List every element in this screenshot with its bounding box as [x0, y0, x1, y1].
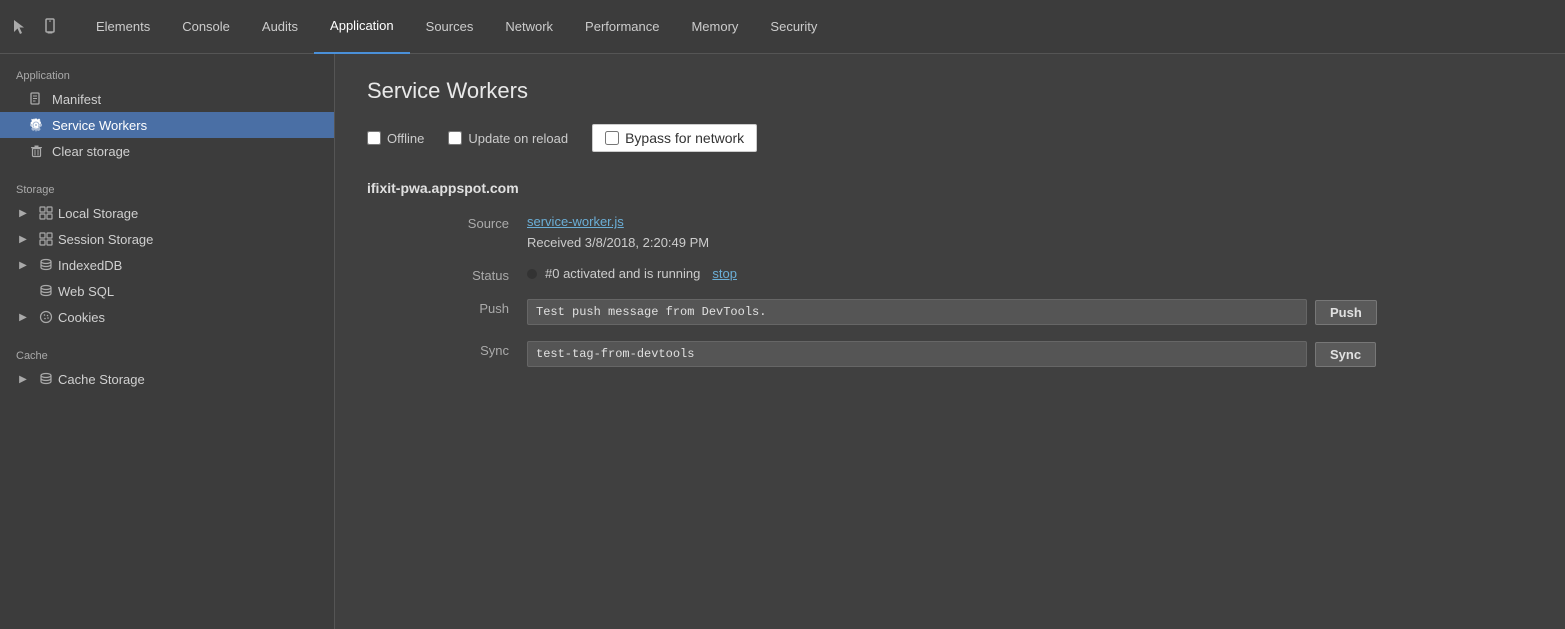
expand-arrow-cookies: ▶ [16, 310, 30, 324]
sidebar-item-cache-storage[interactable]: ▶ Cache Storage [0, 366, 334, 392]
status-dot [527, 269, 537, 279]
cookie-icon [38, 309, 54, 325]
grid-icon-local [38, 205, 54, 221]
db-icon-indexed [38, 257, 54, 273]
expand-arrow-cache: ▶ [16, 372, 30, 386]
tab-performance[interactable]: Performance [569, 0, 675, 54]
tab-console[interactable]: Console [166, 0, 246, 54]
content-area: Service Workers Offline Update on reload… [335, 54, 1565, 629]
sidebar-item-local-storage[interactable]: ▶ Local Storage [0, 200, 334, 226]
status-label: Status [447, 266, 527, 283]
trash-icon [28, 143, 44, 159]
sidebar-item-session-storage[interactable]: ▶ Session Storage [0, 226, 334, 252]
gear-icon [28, 117, 44, 133]
tab-application[interactable]: Application [314, 0, 410, 54]
sidebar-item-manifest[interactable]: Manifest [0, 86, 334, 112]
bypass-for-network-checkbox[interactable] [605, 131, 619, 145]
tab-audits[interactable]: Audits [246, 0, 314, 54]
push-input[interactable] [527, 299, 1307, 325]
toolbar-icons [8, 15, 64, 39]
received-text: Received 3/8/2018, 2:20:49 PM [527, 235, 1533, 250]
expand-arrow-session: ▶ [16, 232, 30, 246]
sidebar-item-indexeddb[interactable]: ▶ IndexedDB [0, 252, 334, 278]
tab-bar: Elements Console Audits Application Sour… [0, 0, 1565, 54]
sync-input[interactable] [527, 341, 1307, 367]
offline-checkbox[interactable] [367, 131, 381, 145]
stop-link[interactable]: stop [712, 266, 737, 281]
storage-section-label: Storage [0, 176, 334, 200]
source-label: Source [447, 214, 527, 250]
push-button[interactable]: Push [1315, 300, 1377, 325]
sync-value: Sync [527, 341, 1533, 367]
expand-arrow-local: ▶ [16, 206, 30, 220]
cache-icon [38, 371, 54, 387]
device-icon[interactable] [40, 15, 64, 39]
cursor-icon[interactable] [8, 15, 32, 39]
offline-checkbox-label[interactable]: Offline [367, 131, 424, 146]
db-icon-sql [38, 283, 54, 299]
tab-memory[interactable]: Memory [675, 0, 754, 54]
tab-sources[interactable]: Sources [410, 0, 490, 54]
push-input-row: Push [527, 299, 1533, 325]
tab-network[interactable]: Network [489, 0, 569, 54]
bypass-for-network-box[interactable]: Bypass for network [592, 124, 757, 152]
application-section-label: Application [0, 62, 334, 86]
update-on-reload-checkbox[interactable] [448, 131, 462, 145]
bypass-for-network-label: Bypass for network [625, 130, 744, 146]
grid-icon-session [38, 231, 54, 247]
status-value: #0 activated and is running stop [527, 266, 1533, 283]
source-value: service-worker.js Received 3/8/2018, 2:2… [527, 214, 1533, 250]
tab-elements[interactable]: Elements [80, 0, 166, 54]
push-value: Push [527, 299, 1533, 325]
manifest-icon [28, 91, 44, 107]
push-label: Push [447, 299, 527, 325]
update-on-reload-label[interactable]: Update on reload [448, 131, 568, 146]
sidebar-item-web-sql[interactable]: Web SQL [0, 278, 334, 304]
options-row: Offline Update on reload Bypass for netw… [367, 124, 1533, 152]
expand-arrow-indexeddb: ▶ [16, 258, 30, 272]
sidebar: Application Manifest Serv [0, 54, 335, 629]
sidebar-item-cookies[interactable]: ▶ Cookies [0, 304, 334, 330]
sync-label: Sync [447, 341, 527, 367]
source-link[interactable]: service-worker.js [527, 214, 624, 229]
sidebar-item-service-workers[interactable]: Service Workers [0, 112, 334, 138]
sidebar-item-clear-storage[interactable]: Clear storage [0, 138, 334, 164]
tab-security[interactable]: Security [754, 0, 833, 54]
worker-domain: ifixit-pwa.appspot.com [367, 180, 1533, 196]
sync-button[interactable]: Sync [1315, 342, 1376, 367]
sync-input-row: Sync [527, 341, 1533, 367]
main-layout: Application Manifest Serv [0, 54, 1565, 629]
status-row: #0 activated and is running stop [527, 266, 1533, 281]
cache-section-label: Cache [0, 342, 334, 366]
page-title: Service Workers [367, 78, 1533, 104]
service-worker-info: Source service-worker.js Received 3/8/20… [367, 214, 1533, 367]
